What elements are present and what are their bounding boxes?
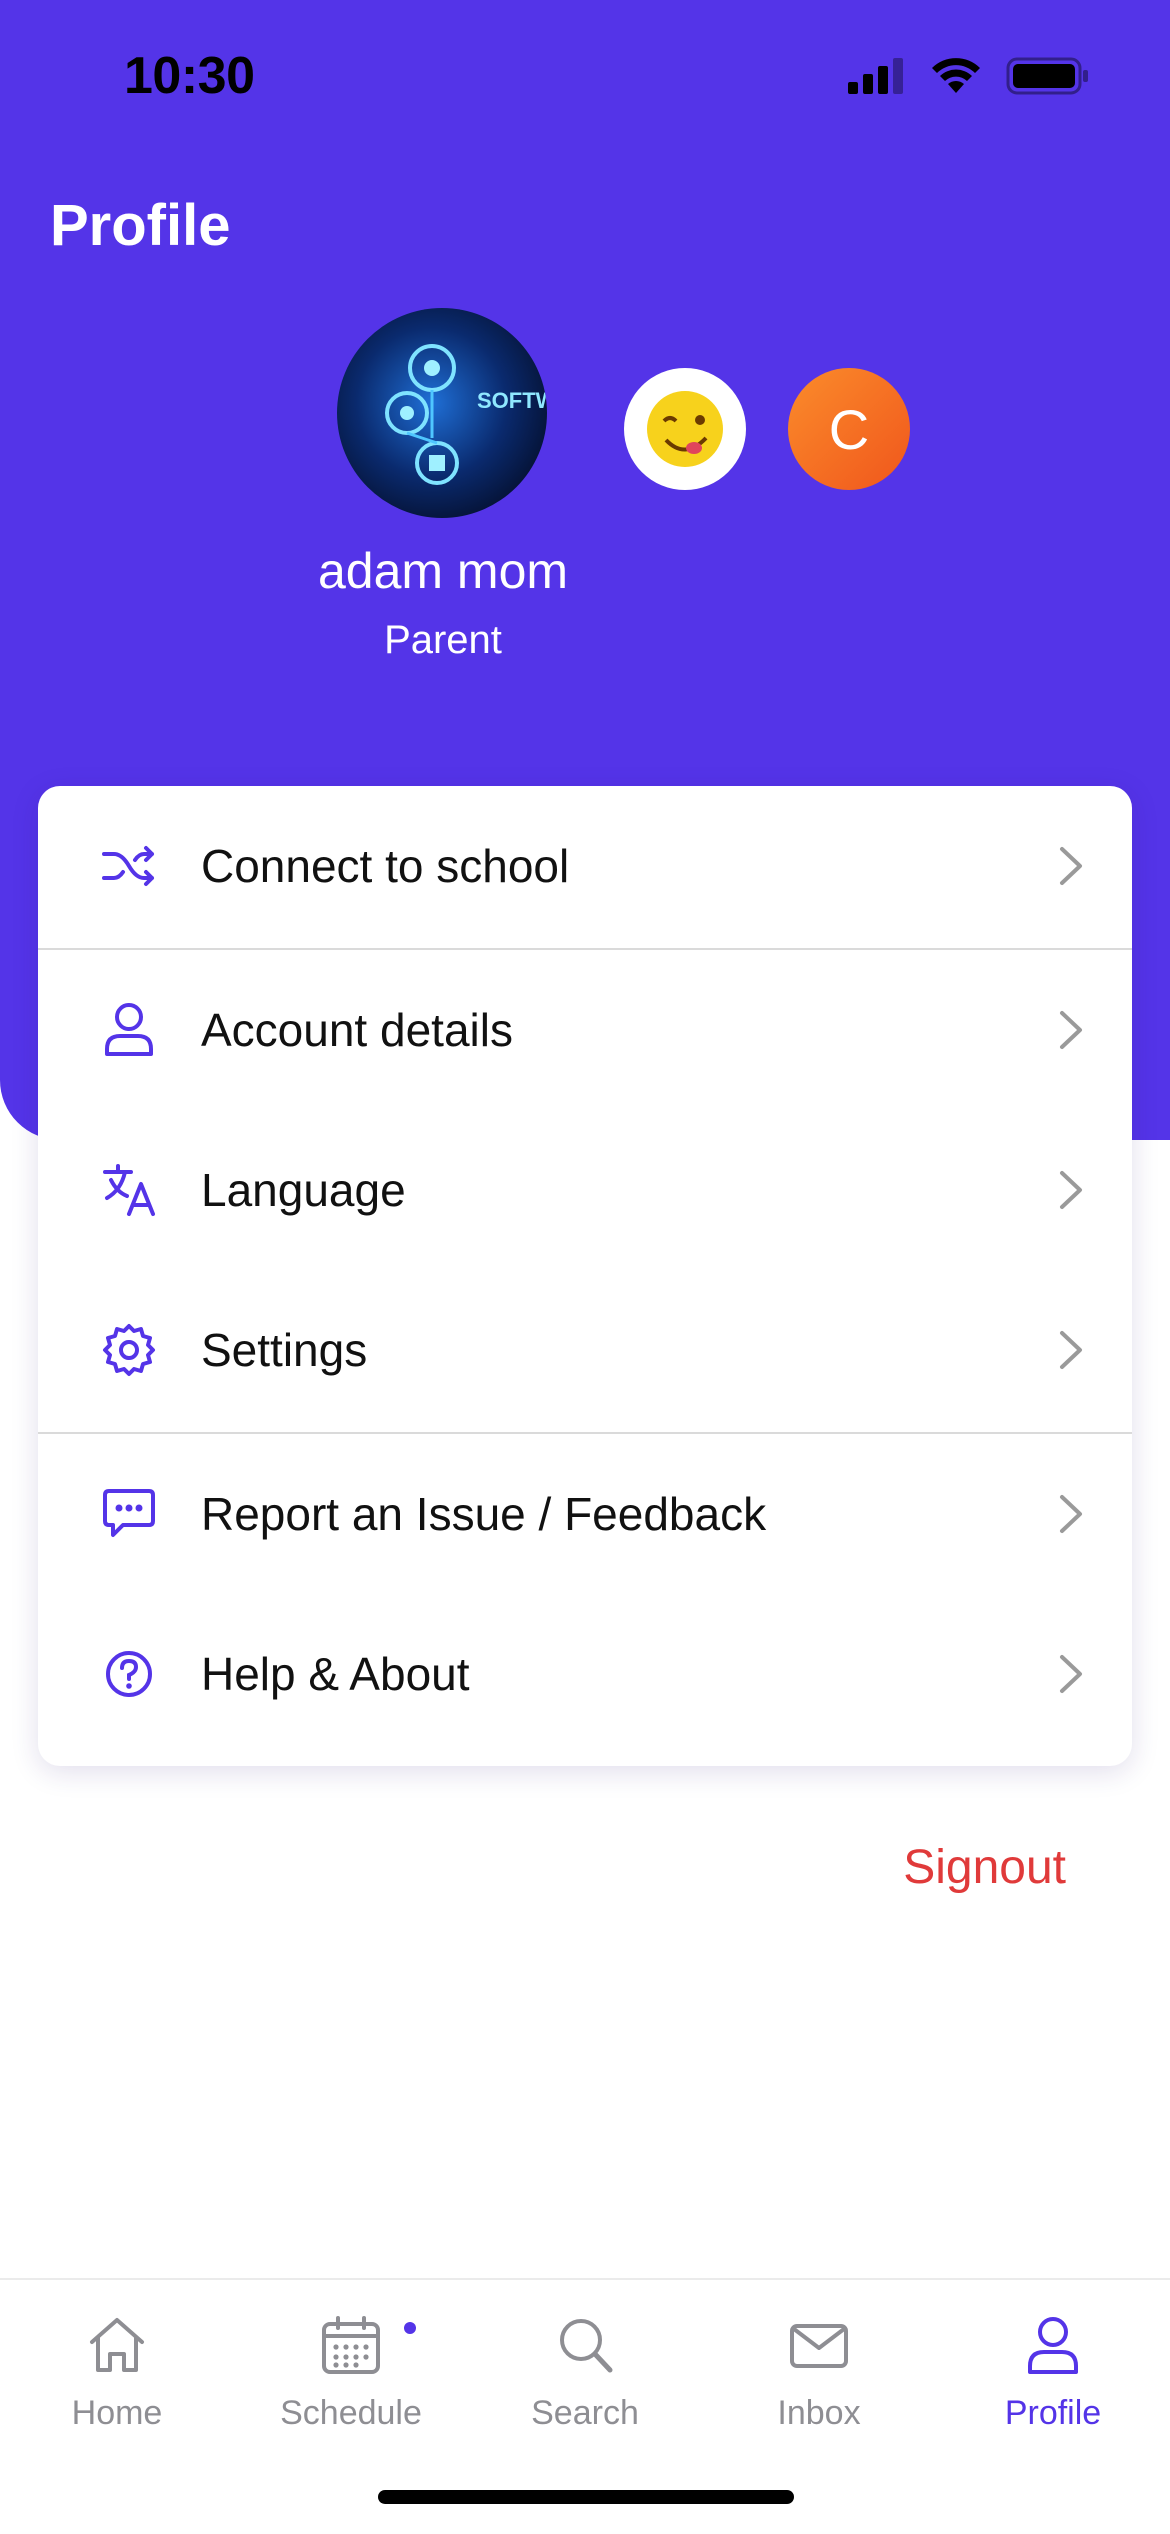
avatar-image-text: SOFTW TEST [477,388,547,413]
page-title: Profile [50,193,231,258]
gear-icon [98,1319,160,1381]
mail-icon [790,2324,848,2368]
chevron-right-icon [1060,1011,1082,1049]
chevron-right-icon [1060,1495,1082,1533]
profile-menu-card: Connect to school Account details Langua… [38,786,1132,1766]
tab-home[interactable]: Home [0,2300,234,2480]
message-icon [98,1483,160,1545]
menu-item-connect-to-school[interactable]: Connect to school [38,786,1132,946]
shuffle-icon [98,835,160,897]
letter-avatar[interactable]: C [788,368,910,490]
menu-item-report-issue[interactable]: Report an Issue / Feedback [38,1434,1132,1594]
tab-inbox[interactable]: Inbox [702,2300,936,2480]
wifi-icon [932,58,980,93]
tab-label: Inbox [777,2394,861,2432]
search-icon [560,2319,613,2373]
user-icon [1028,2317,1078,2374]
translate-icon [98,1159,160,1221]
menu-item-label: Report an Issue / Feedback [201,1488,767,1540]
menu-item-label: Settings [201,1324,368,1376]
menu-item-account-details[interactable]: Account details [38,950,1132,1110]
chevron-right-icon [1060,1331,1082,1369]
battery-icon [1006,57,1088,95]
winking-face-icon [647,391,723,467]
menu-item-language[interactable]: Language [38,1110,1132,1270]
menu-item-label: Language [201,1164,406,1216]
tab-profile[interactable]: Profile [936,2300,1170,2480]
profile-avatar[interactable]: SOFTW TEST [337,308,547,518]
chevron-right-icon [1060,1171,1082,1209]
status-time: 10:30 [124,47,255,105]
home-icon [90,2318,144,2372]
chevron-right-icon [1060,1655,1082,1693]
help-circle-icon [98,1643,160,1705]
tab-label: Profile [1004,2394,1102,2432]
notification-dot [404,2322,416,2334]
chevron-right-icon [1060,847,1082,885]
user-name: adam mom [317,543,569,599]
user-role: Parent [384,618,502,662]
user-icon [98,999,160,1061]
tab-label: Home [71,2394,163,2432]
menu-item-label: Help & About [201,1648,470,1700]
menu-item-label: Connect to school [201,840,570,892]
emoji-avatar[interactable] [624,368,746,490]
tab-label: Search [531,2394,639,2432]
cellular-signal-icon [848,58,903,94]
menu-item-label: Account details [201,1004,513,1056]
calendar-icon [322,2316,380,2374]
signout-button[interactable]: Signout [903,1840,1066,1895]
menu-item-help-about[interactable]: Help & About [38,1594,1132,1754]
software-test-avatar-image: SOFTW TEST [337,308,547,518]
tab-search[interactable]: Search [468,2300,702,2480]
tab-schedule[interactable]: Schedule [234,2300,468,2480]
menu-item-settings[interactable]: Settings [38,1270,1132,1430]
tab-label: Schedule [280,2394,422,2432]
status-icons [848,56,1090,96]
home-indicator[interactable] [378,2490,794,2504]
